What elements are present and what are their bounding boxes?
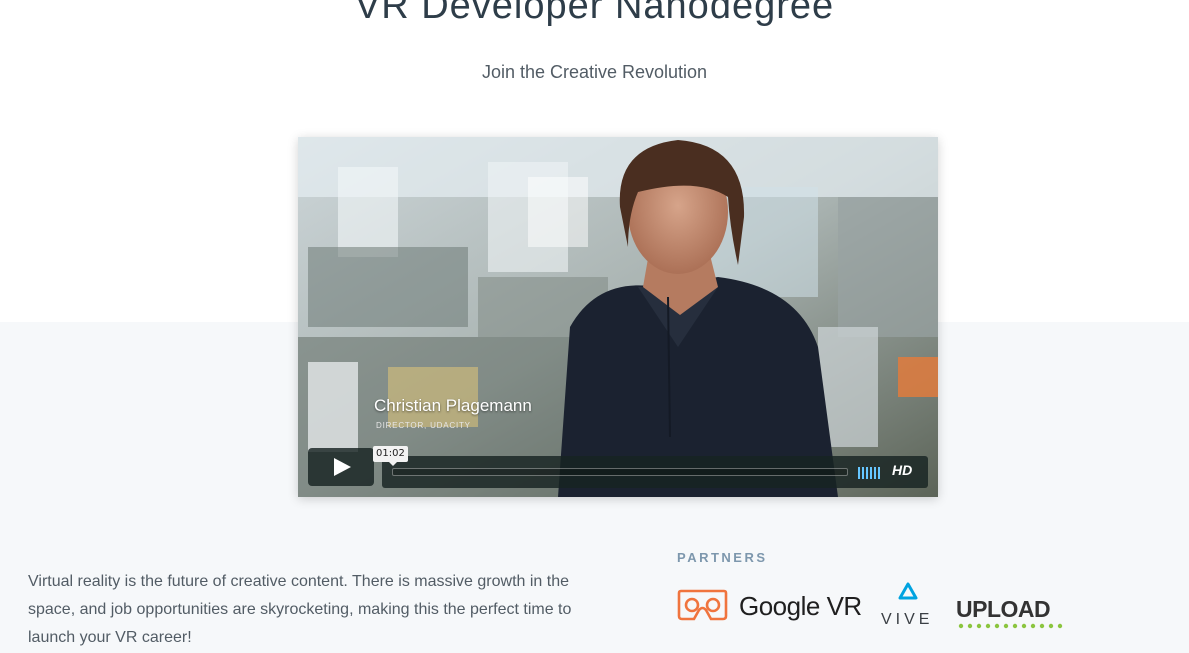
play-button[interactable]: [308, 448, 374, 486]
vive-logo-text: VIVE: [881, 611, 934, 628]
volume-bars-icon[interactable]: [858, 466, 882, 479]
page-subtitle: Join the Creative Revolution: [481, 62, 708, 82]
time-tooltip: 01:02: [373, 446, 408, 466]
partners-heading: PARTNERS: [677, 550, 768, 565]
hd-toggle[interactable]: HD: [892, 462, 912, 478]
play-icon: [334, 458, 351, 476]
page-title: VR Developer Nanodegree: [354, 0, 835, 27]
speaker-name: Christian Plagemann: [374, 396, 532, 415]
speaker-role: DIRECTOR, UDACITY: [376, 421, 471, 430]
vive-icon: [898, 582, 918, 600]
upload-dots-icon: [958, 623, 1063, 629]
progress-bar[interactable]: [392, 468, 848, 476]
intro-paragraph: Virtual reality is the future of creativ…: [28, 573, 572, 646]
video-frame: [298, 137, 938, 497]
upload-logo: UPLOAD: [956, 596, 1072, 630]
video-player[interactable]: Christian Plagemann DIRECTOR, UDACITY HD…: [298, 137, 938, 497]
upload-logo-text: UPLOAD: [956, 596, 1051, 622]
cardboard-icon: [677, 589, 728, 621]
vive-logo: VIVE: [880, 582, 936, 628]
video-control-bar: HD: [382, 456, 928, 488]
google-vr-logo: Google VR: [739, 591, 862, 621]
